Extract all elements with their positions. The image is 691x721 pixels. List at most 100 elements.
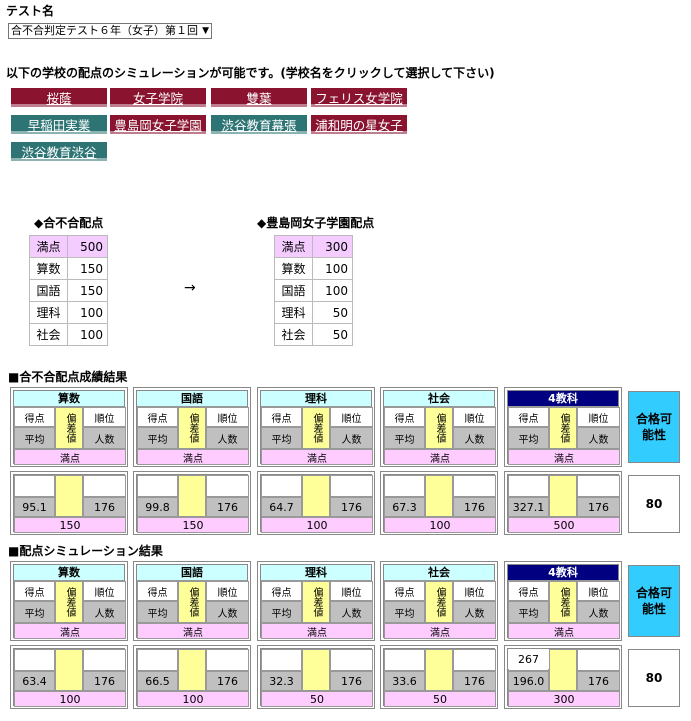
full-label: 満点 [384, 449, 496, 465]
arrow-icon: → [184, 280, 196, 296]
values-box-2: 32.3 176 50 [257, 645, 375, 709]
rank-cell [577, 475, 620, 497]
full-label: 満点 [261, 449, 373, 465]
values-box-4: 327.1 176 500 [504, 471, 622, 535]
count-label: 人数 [83, 427, 126, 449]
score-label: 得点 [261, 581, 302, 601]
hensa-cell [55, 649, 83, 691]
full-value: 100 [261, 517, 373, 533]
hensa-label: 偏差値 [302, 581, 330, 623]
school-button-urawa[interactable]: 浦和明の星女子 [311, 115, 407, 137]
count-value: 176 [206, 497, 249, 517]
score-label: 得点 [137, 581, 178, 601]
subject-header: 国語 [137, 565, 247, 581]
avg-value: 64.7 [261, 497, 302, 517]
count-value: 176 [330, 671, 373, 691]
school-button-ouin[interactable]: 桜蔭 [11, 88, 107, 110]
avg-label: 平均 [261, 601, 302, 623]
rank-cell [83, 649, 126, 671]
score-value: 267 [508, 649, 549, 669]
full-label: 満点 [261, 623, 373, 639]
points-right-title: ◆豊島岡女子学園配点 [257, 216, 375, 230]
full-label: 満点 [137, 623, 249, 639]
score-label: 得点 [14, 407, 55, 427]
count-label: 人数 [453, 427, 496, 449]
full-label: 満点 [14, 449, 126, 465]
score-label: 得点 [261, 407, 302, 427]
count-value: 176 [83, 497, 126, 517]
full-value: 300 [508, 691, 620, 707]
rank-cell [206, 475, 249, 497]
avg-label: 平均 [384, 601, 425, 623]
dropdown-arrow-icon: ▼ [202, 26, 209, 36]
rank-label: 順位 [206, 407, 249, 427]
points-right-table: 満点 300 算数 100 国語 100 理科 50 社会 50 [274, 235, 353, 346]
full-value: 150 [14, 517, 126, 533]
rank-cell [83, 475, 126, 497]
school-button-futaba[interactable]: 雙葉 [211, 88, 307, 110]
school-button-waseda[interactable]: 早稲田実業 [11, 115, 107, 137]
school-button-toshimagaoka[interactable]: 豊島岡女子学園 [110, 115, 206, 137]
avg-value: 32.3 [261, 671, 302, 691]
count-label: 人数 [206, 427, 249, 449]
goukaku-label: 合格可能性 [628, 391, 680, 463]
hensa-cell [302, 475, 330, 517]
score-label: 得点 [137, 407, 178, 427]
legend-box-4: 4教科 得点 偏差値 順位 平均 人数 満点 [504, 387, 622, 467]
count-label: 人数 [330, 427, 373, 449]
rank-label: 順位 [330, 407, 373, 427]
values-box-2: 64.7 176 100 [257, 471, 375, 535]
score-cell [384, 475, 425, 497]
count-label: 人数 [453, 601, 496, 623]
school-button-shibushibu[interactable]: 渋谷教育渋谷 [11, 142, 107, 164]
values-box-1: 66.5 176 100 [133, 645, 251, 709]
subject-header: 算数 [14, 391, 124, 407]
score-label: 得点 [384, 581, 425, 601]
hensa-label: 偏差値 [55, 407, 83, 449]
legend-box-3: 社会 得点 偏差値 順位 平均 人数 満点 [380, 387, 498, 467]
count-value: 176 [577, 671, 620, 691]
score-cell [14, 649, 55, 671]
school-button-ferris[interactable]: フェリス女学院 [311, 88, 407, 110]
hensa-cell [549, 475, 577, 517]
avg-label: 平均 [137, 601, 178, 623]
hensa-label: 偏差値 [178, 581, 206, 623]
count-value: 176 [453, 671, 496, 691]
hensa-label: 偏差値 [549, 581, 577, 623]
full-value: 50 [261, 691, 373, 707]
score-cell [261, 475, 302, 497]
school-button-shibumaku[interactable]: 渋谷教育幕張 [211, 115, 307, 137]
school-button-joshigakuin[interactable]: 女子学院 [110, 88, 206, 110]
full-value: 100 [384, 517, 496, 533]
full-label: 満点 [508, 623, 620, 639]
rank-label: 順位 [83, 581, 126, 601]
subject-header: 社会 [384, 391, 494, 407]
full-value: 100 [137, 691, 249, 707]
test-select-value: 合不合判定テスト６年（女子）第１回 [11, 24, 198, 37]
hensa-label: 偏差値 [425, 407, 453, 449]
hensa-cell [178, 475, 206, 517]
avg-label: 平均 [508, 601, 549, 623]
avg-label: 平均 [508, 427, 549, 449]
full-value: 50 [384, 691, 496, 707]
score-cell [261, 649, 302, 671]
count-value: 176 [83, 671, 126, 691]
full-label: 満点 [137, 449, 249, 465]
rank-label: 順位 [206, 581, 249, 601]
goukaku-value: 80 [628, 649, 680, 707]
legend-box-0: 算数 得点 偏差値 順位 平均 人数 満点 [10, 561, 128, 641]
rank-cell [453, 649, 496, 671]
instruction-text: 以下の学校の配点のシミュレーションが可能です。(学校名をクリックして選択して下さ… [6, 66, 495, 80]
score-label: 得点 [508, 581, 549, 601]
subject-header: 理科 [261, 565, 371, 581]
test-select[interactable]: 合不合判定テスト６年（女子）第１回 ▼ [8, 23, 212, 39]
values-box-4: 267 196.0 176 300 [504, 645, 622, 709]
points-left-table: 満点 500 算数 150 国語 150 理科 100 社会 100 [29, 235, 108, 346]
avg-value: 95.1 [14, 497, 55, 517]
count-label: 人数 [206, 601, 249, 623]
score-cell [508, 475, 549, 497]
full-value: 500 [508, 517, 620, 533]
legend-box-0: 算数 得点 偏差値 順位 平均 人数 満点 [10, 387, 128, 467]
hensa-label: 偏差値 [302, 407, 330, 449]
subject-header: 社会 [384, 565, 494, 581]
